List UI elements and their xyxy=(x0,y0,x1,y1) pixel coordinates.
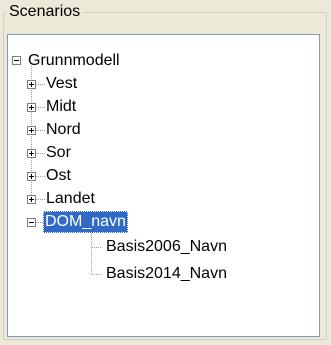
expand-icon[interactable] xyxy=(27,149,36,158)
tree-node-label[interactable]: Sor xyxy=(44,142,73,164)
expand-icon[interactable] xyxy=(27,172,36,181)
expand-icon[interactable] xyxy=(27,126,36,135)
collapse-icon[interactable] xyxy=(27,218,36,227)
tree-node-label[interactable]: Basis2006_Navn xyxy=(104,236,229,258)
tree-node-label[interactable]: Nord xyxy=(44,119,83,141)
tree-node-label[interactable]: Vest xyxy=(44,73,79,95)
tree-node-label[interactable]: Grunnmodell xyxy=(26,50,122,72)
tree-node-label[interactable]: Ost xyxy=(44,165,73,187)
expand-icon[interactable] xyxy=(27,195,36,204)
scenarios-legend: Scenarios xyxy=(6,2,84,22)
collapse-icon[interactable] xyxy=(12,56,21,65)
scenario-tree[interactable]: Grunnmodell Vest Midt Nord Sor Ost Lande… xyxy=(7,34,320,337)
tree-node-label-selected[interactable]: DOM_navn xyxy=(43,211,128,233)
tree-node-label[interactable]: Midt xyxy=(44,96,78,118)
expand-icon[interactable] xyxy=(27,103,36,112)
tree-node-label[interactable]: Basis2014_Navn xyxy=(104,263,229,285)
tree-node-label[interactable]: Landet xyxy=(44,188,97,210)
expand-icon[interactable] xyxy=(27,80,36,89)
